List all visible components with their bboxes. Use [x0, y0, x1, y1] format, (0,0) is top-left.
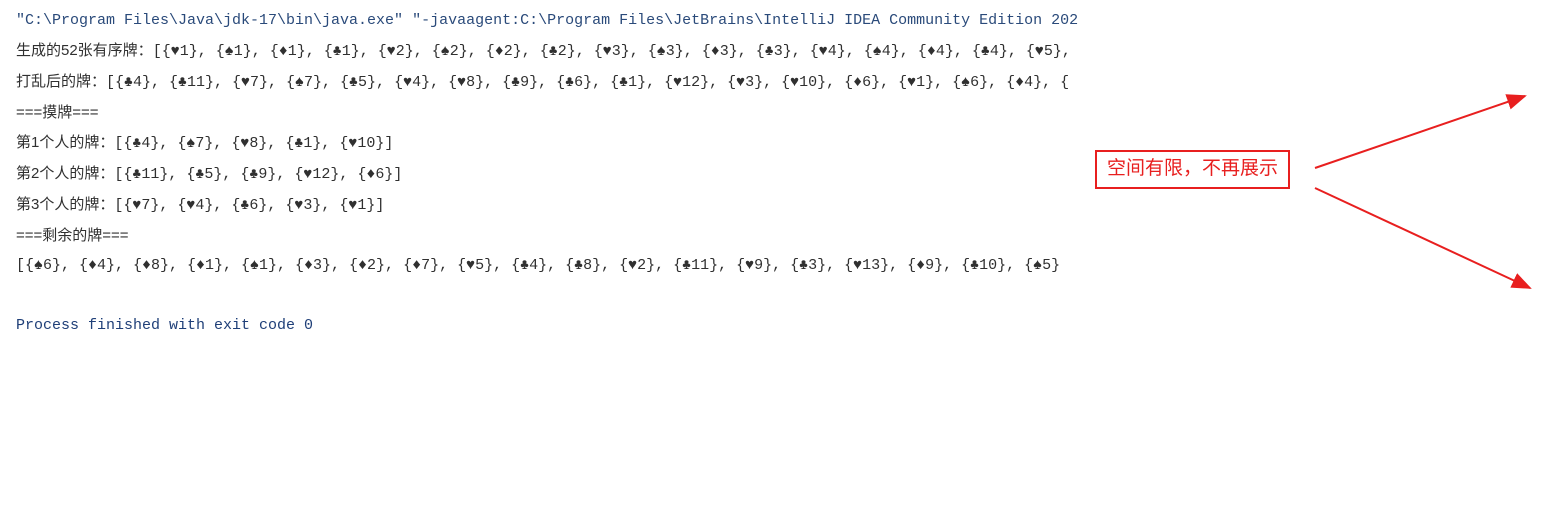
- player3-cards: [{♥7}, {♥4}, {♣6}, {♥3}, {♥1}]: [114, 197, 384, 214]
- ordered-prefix: 生成的52张有序牌：: [16, 42, 153, 59]
- shuffled-cards: [{♣4}, {♣11}, {♥7}, {♠7}, {♣5}, {♥4}, {♥…: [106, 74, 1069, 91]
- ordered-cards-line: 生成的52张有序牌：[{♥1}, {♠1}, {♦1}, {♣1}, {♥2},…: [16, 36, 1538, 67]
- shuffled-prefix: 打乱后的牌：: [16, 73, 106, 90]
- player3-prefix: 第3个人的牌：: [16, 196, 114, 213]
- annotation-arrows: [1090, 78, 1544, 328]
- arrow-up: [1315, 96, 1525, 168]
- annotation-callout: 空间有限，不再展示: [1095, 150, 1290, 189]
- command-line: "C:\Program Files\Java\jdk-17\bin\java.e…: [16, 6, 1538, 36]
- arrow-down: [1315, 188, 1530, 288]
- player2-prefix: 第2个人的牌：: [16, 165, 114, 182]
- ordered-cards: [{♥1}, {♠1}, {♦1}, {♣1}, {♥2}, {♠2}, {♦2…: [153, 43, 1071, 60]
- player1-cards: [{♣4}, {♠7}, {♥8}, {♣1}, {♥10}]: [114, 135, 393, 152]
- player2-cards: [{♣11}, {♣5}, {♣9}, {♥12}, {♦6}]: [114, 166, 402, 183]
- player1-prefix: 第1个人的牌：: [16, 134, 114, 151]
